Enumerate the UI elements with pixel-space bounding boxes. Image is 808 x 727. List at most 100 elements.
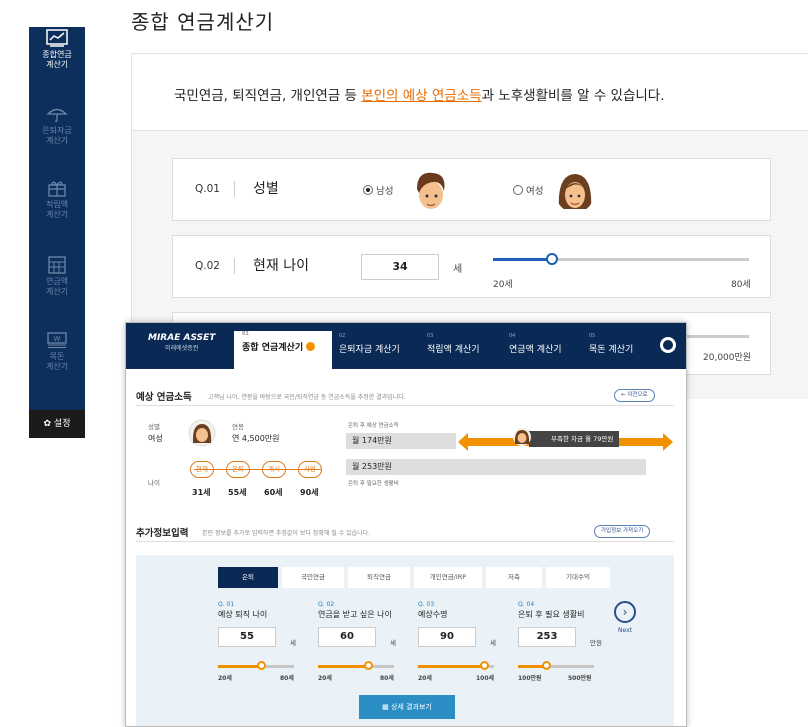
- question-label: 현재 나이: [253, 258, 309, 274]
- step-return[interactable]: 기대수익: [546, 567, 610, 588]
- svg-text:W: W: [54, 335, 61, 343]
- slider-max-label: 20,000만원: [703, 353, 752, 363]
- question-card-gender: Q.01 성별 남성 여성: [172, 158, 771, 221]
- age-slider-fill: [493, 258, 552, 261]
- age-retire: 55세: [228, 488, 247, 497]
- income-label: 은퇴 후 예상 연금소득: [348, 423, 399, 429]
- stage-current: 현재: [190, 461, 214, 478]
- gift-icon: [48, 181, 66, 197]
- radio-icon: [513, 185, 523, 195]
- age-slider-handle[interactable]: [545, 253, 558, 265]
- question-label: 성별: [253, 181, 279, 197]
- pension-age-input[interactable]: 60: [318, 627, 376, 647]
- retire-age-input[interactable]: 55: [218, 627, 276, 647]
- section-title: 예상 연금소득: [136, 392, 192, 403]
- age-current: 31세: [192, 488, 211, 497]
- page-title: 종합 연금계산기: [131, 10, 275, 34]
- salary-label: 연봉: [232, 423, 244, 431]
- age-start: 60세: [264, 488, 283, 497]
- living-cost-input[interactable]: 253: [518, 627, 576, 647]
- male-avatar[interactable]: [411, 169, 451, 213]
- settings-button[interactable]: ✿ 설정: [29, 410, 85, 438]
- age-input[interactable]: 34: [361, 254, 439, 280]
- detail-result-button[interactable]: ▦ 상세 결과보기: [359, 695, 455, 719]
- sidebar-item-pension[interactable]: 종합연금 계산기: [29, 27, 85, 87]
- divider: [234, 181, 235, 197]
- slider-handle[interactable]: [479, 661, 489, 670]
- intro-text-before: 국민연금, 퇴직연금, 개인연금 등: [174, 88, 362, 104]
- divider: [234, 258, 235, 274]
- tab-pension[interactable]: 01 종합 연금계산기: [234, 331, 332, 369]
- intro-text: 국민연금, 퇴직연금, 개인연금 등 본인의 예상 연금소득과 노후생활비를 알…: [174, 84, 665, 104]
- intro-text-after: 과 노후생활비를 알 수 있습니다.: [481, 88, 665, 104]
- brand-logo: MIRAE ASSET 미래에셋증권: [148, 333, 216, 352]
- question-number: Q.02: [195, 260, 220, 272]
- sidebar-item-label: 계산기: [45, 362, 69, 371]
- age-unit: 세: [453, 264, 463, 275]
- intro-highlight: 본인의 예상 연금소득: [361, 88, 482, 104]
- gear-icon: ✿: [43, 419, 52, 429]
- step-national[interactable]: 국민연금: [282, 567, 344, 588]
- preview-header: MIRAE ASSET 미래에셋증권 01 종합 연금계산기 02 은퇴자금 계산기 …: [126, 323, 686, 369]
- sidebar-item-lumpsum[interactable]: W 목돈 계산기: [29, 331, 85, 372]
- gender-value: 여성: [148, 434, 163, 443]
- sidebar-item-label: 은퇴자금: [42, 126, 72, 135]
- prev-button[interactable]: ← 이전으로: [614, 389, 655, 402]
- need-label: 은퇴 후 필요한 생활비: [348, 481, 399, 487]
- female-avatar: [513, 428, 531, 446]
- slider-handle[interactable]: [257, 661, 267, 670]
- female-avatar[interactable]: [555, 169, 595, 213]
- field-retire-age: Q. 01 예상 퇴직 나이 55 세 20세 80세: [218, 601, 296, 682]
- step-severance[interactable]: 퇴직연금: [348, 567, 410, 588]
- sidebar-item-label: 종합연금: [42, 50, 72, 59]
- slider-min-label: 20세: [493, 280, 513, 290]
- next-button[interactable]: ›: [614, 601, 636, 623]
- table-icon: [48, 256, 66, 274]
- step-savings[interactable]: 저축: [486, 567, 542, 588]
- field-lifespan: Q. 03 예상수명 90 세 20세 100세: [418, 601, 496, 682]
- gender-radio-male[interactable]: 남성: [363, 183, 393, 197]
- gap-tooltip: 부족한 자금 월 79만원: [529, 431, 620, 447]
- check-icon: [306, 342, 316, 351]
- tab-lumpsum[interactable]: 05 목돈 계산기: [589, 333, 659, 369]
- step-private[interactable]: 개인연금/IRP: [414, 567, 482, 588]
- sidebar: 종합연금 계산기 은퇴자금 계산기 적립액 계산기 연금액 계산기 W 목돈 계…: [29, 27, 85, 427]
- female-avatar: [188, 419, 216, 447]
- sidebar-item-label: 적립액: [45, 200, 69, 209]
- chart-icon: ▦: [382, 703, 389, 711]
- sidebar-item-label: 계산기: [45, 136, 69, 145]
- tab-retirement[interactable]: 02 은퇴자금 계산기: [339, 333, 419, 369]
- step-retire[interactable]: 은퇴: [218, 567, 278, 588]
- slider-handle[interactable]: [363, 661, 373, 670]
- sidebar-item-label: 계산기: [45, 210, 69, 219]
- slider-handle[interactable]: [541, 661, 551, 670]
- slider-max-label: 80세: [731, 280, 751, 290]
- age-label: 나이: [148, 479, 160, 487]
- divider: [136, 541, 674, 542]
- gear-icon[interactable]: [660, 337, 676, 353]
- tab-annuity[interactable]: 04 연금액 계산기: [509, 333, 589, 369]
- sidebar-item-annuity[interactable]: 연금액 계산기: [29, 256, 85, 297]
- settings-label: 설정: [53, 419, 71, 429]
- sidebar-item-retirement[interactable]: 은퇴자금 계산기: [29, 105, 85, 146]
- need-bar: 월 253만원: [346, 459, 646, 475]
- question-number: Q.01: [195, 183, 220, 195]
- tab-savings[interactable]: 03 적립액 계산기: [427, 333, 507, 369]
- next-label: Next: [618, 627, 632, 634]
- sidebar-item-savings[interactable]: 적립액 계산기: [29, 179, 85, 220]
- gender-radio-female[interactable]: 여성: [513, 183, 543, 197]
- sidebar-item-label: 목돈: [49, 352, 65, 361]
- import-button[interactable]: 가입정보 가져오기: [594, 525, 651, 538]
- age-death: 90세: [300, 488, 319, 497]
- sidebar-item-label: 계산기: [45, 287, 69, 296]
- section-desc: 본인 정보를 추가로 입력하면 추정값이 보다 정확해 질 수 있습니다.: [202, 530, 371, 537]
- money-icon: W: [47, 332, 67, 348]
- chevron-right-icon: ›: [622, 605, 628, 619]
- chart-icon: [46, 29, 68, 47]
- gender-label: 성별: [148, 423, 160, 431]
- radio-label: 남성: [376, 186, 394, 197]
- section-title: 추가정보입력: [136, 528, 189, 539]
- umbrella-icon: [46, 108, 68, 122]
- lifespan-input[interactable]: 90: [418, 627, 476, 647]
- field-pension-age: Q. 02 연금을 받고 싶은 나이 60 세 20세 80세: [318, 601, 396, 682]
